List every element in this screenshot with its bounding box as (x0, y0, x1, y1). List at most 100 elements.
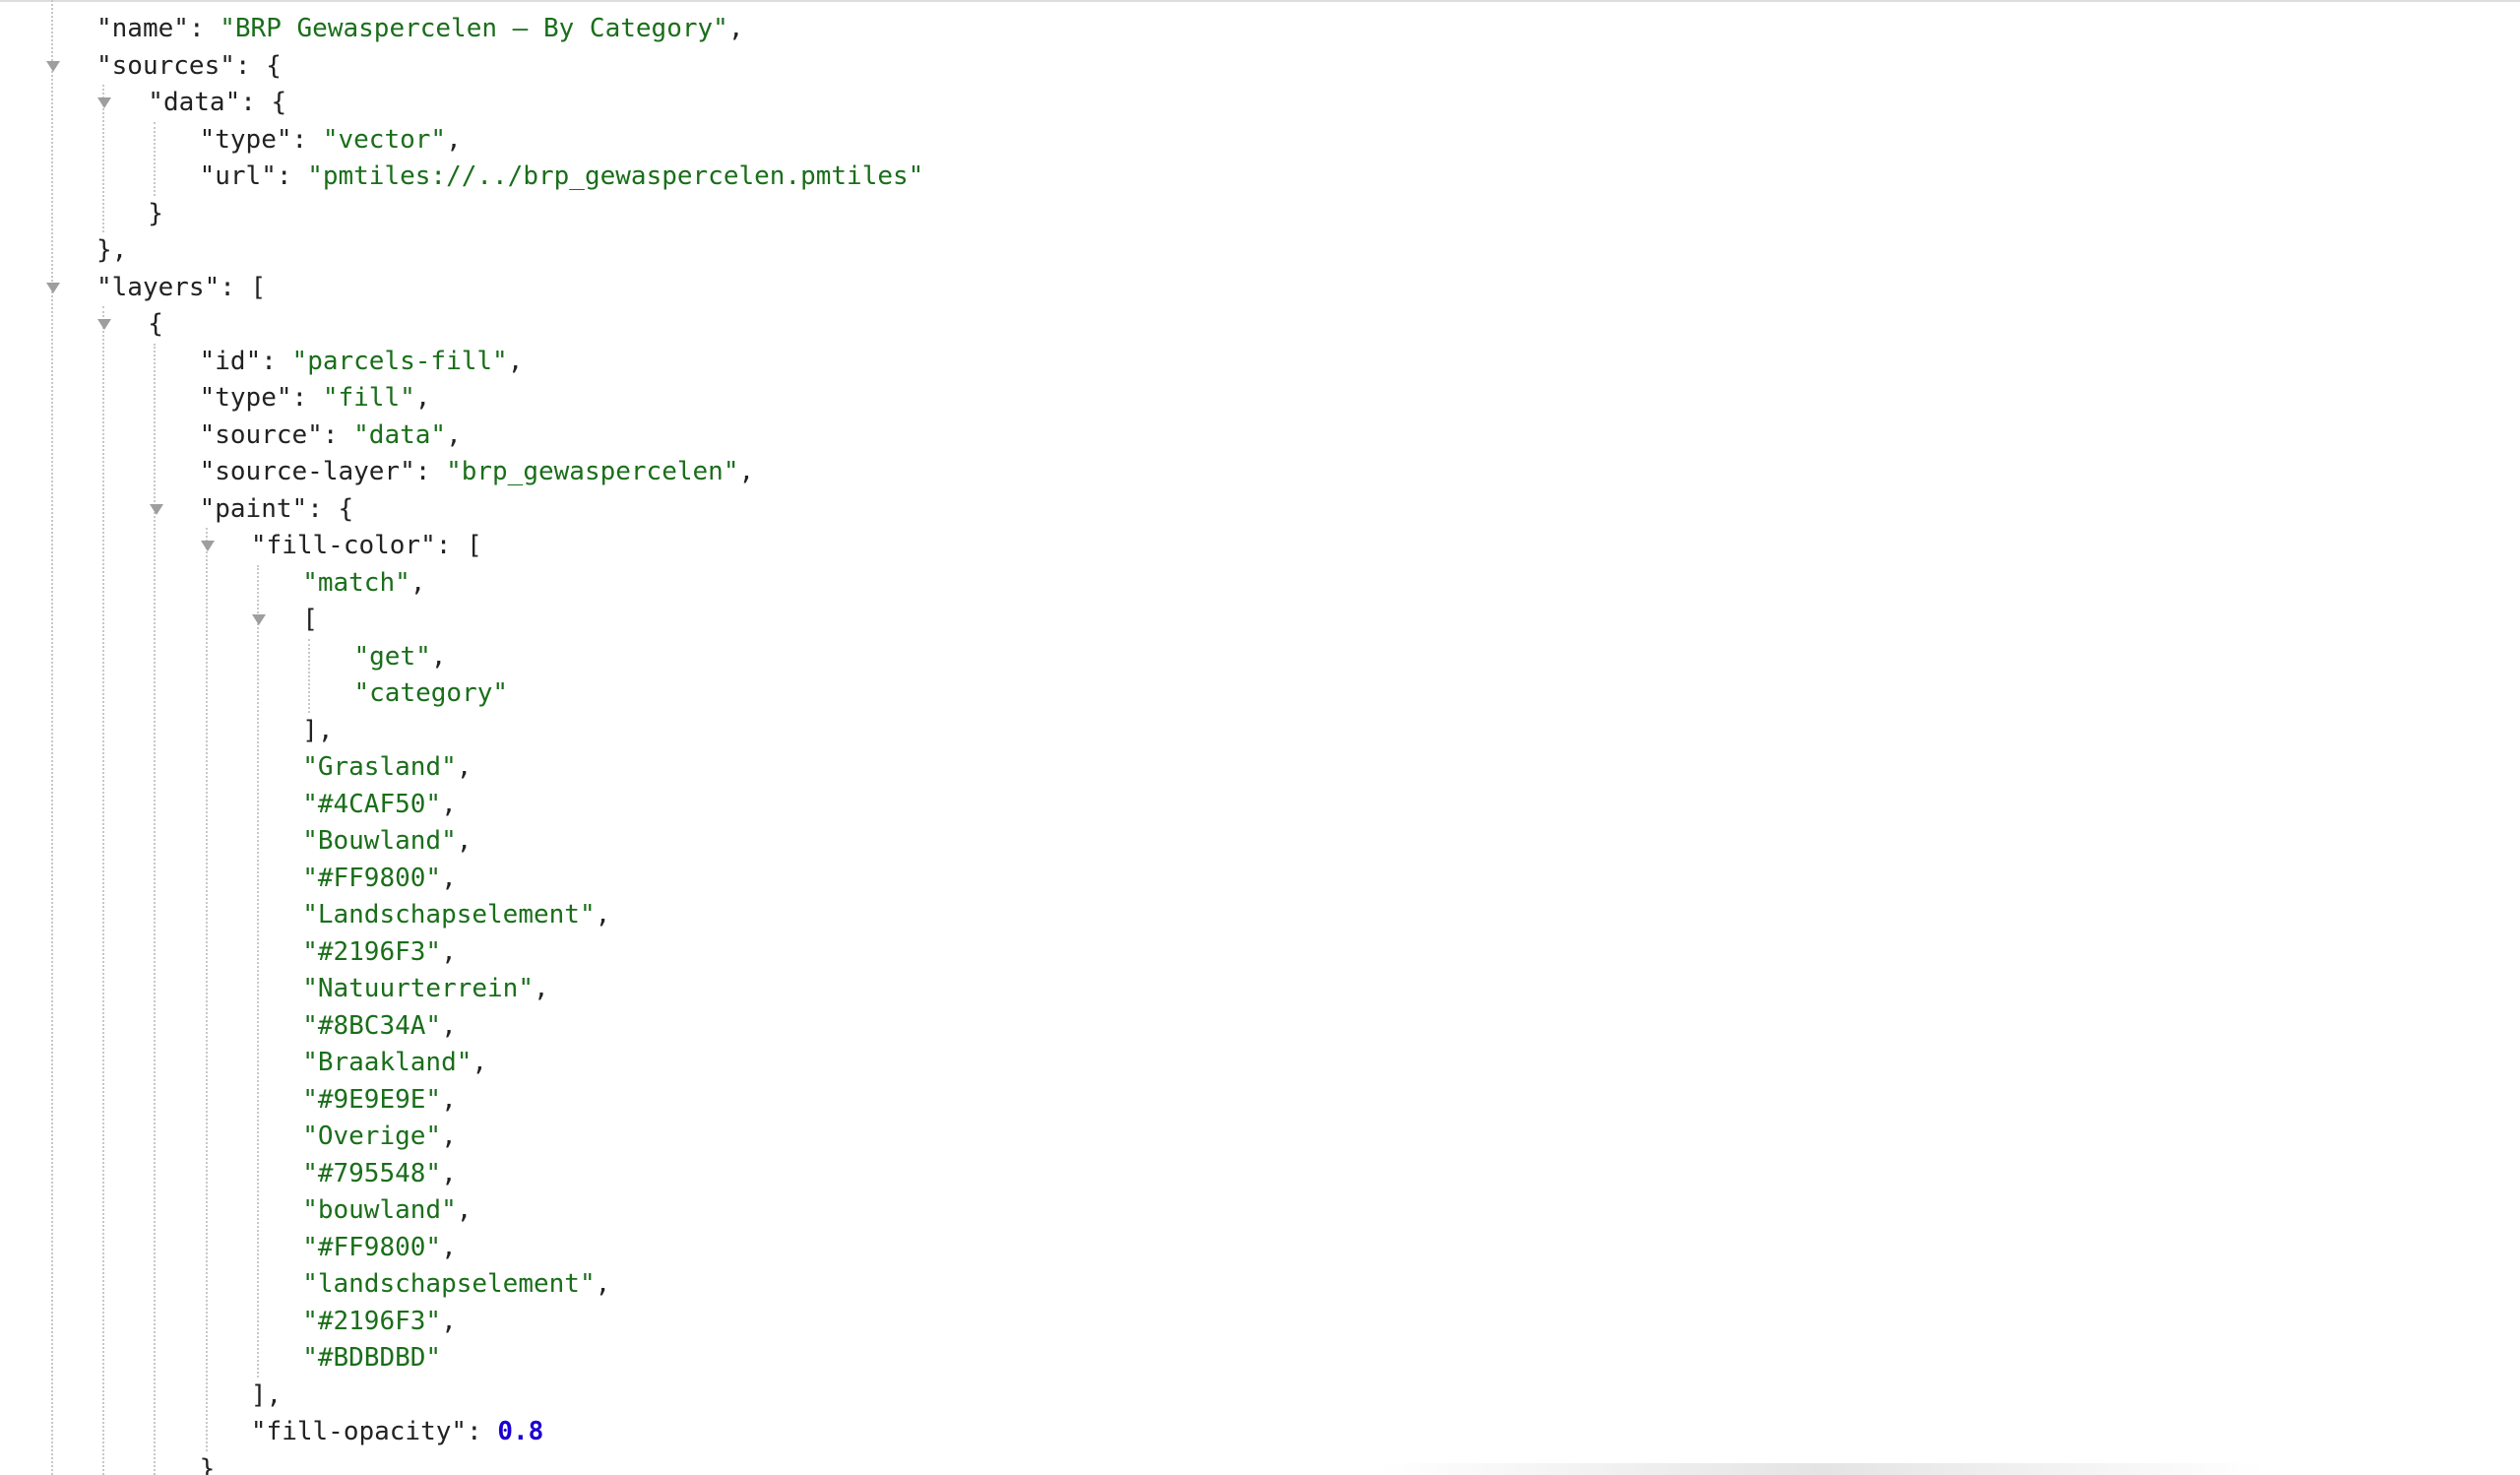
comma: , (595, 1269, 611, 1299)
quote: " (302, 826, 318, 856)
quote: " (425, 1122, 442, 1151)
line-content: "Bouwland", (302, 823, 472, 861)
quote: " (425, 863, 442, 893)
quote: " (425, 1306, 442, 1336)
json-string-value: Grasland (317, 752, 442, 782)
quote: " (425, 1158, 442, 1188)
json-key: source (215, 419, 308, 450)
json-string-value: Landschapselement (317, 900, 580, 930)
quote: " (425, 1343, 442, 1373)
quote: " (302, 1084, 318, 1115)
json-line: "#2196F3", (0, 934, 2520, 972)
line-content: "source": "data", (200, 417, 462, 455)
quote: " (451, 1417, 468, 1446)
json-key: fill-opacity (266, 1417, 452, 1446)
json-line: { (0, 306, 2520, 344)
comma: , (410, 567, 426, 598)
quote: " (302, 1010, 318, 1041)
comma: , (441, 1306, 457, 1336)
comma: , (534, 974, 549, 1003)
json-line: "#FF9800", (0, 861, 2520, 898)
json-line: } (0, 196, 2520, 233)
line-content: "#8BC34A", (302, 1008, 457, 1046)
line-content: "landschapselement", (302, 1266, 610, 1304)
quote: " (199, 124, 216, 155)
quote: " (518, 974, 534, 1003)
json-key: url (215, 161, 262, 191)
comma: , (111, 235, 128, 265)
comma: , (456, 752, 472, 782)
json-line: "layers": [ (0, 270, 2520, 307)
collapse-toggle-icon[interactable] (93, 306, 116, 344)
top-divider (0, 0, 2520, 2)
quote: " (302, 936, 318, 967)
json-line: "name": "BRP Gewaspercelen — By Category… (0, 11, 2520, 48)
quote: " (302, 752, 318, 782)
line-content: "fill-opacity": 0.8 (251, 1414, 543, 1451)
json-key: source-layer (215, 457, 401, 486)
json-key: type (215, 383, 277, 413)
quote: " (420, 531, 436, 560)
collapse-toggle-icon[interactable] (247, 602, 271, 639)
collapse-toggle-icon[interactable] (41, 48, 65, 86)
line-content: "Landschapselement", (302, 897, 610, 934)
quote: " (446, 457, 462, 486)
collapse-toggle-icon[interactable] (41, 270, 65, 307)
quote: " (302, 863, 318, 893)
json-line: "landschapselement", (0, 1266, 2520, 1304)
comma: , (446, 419, 462, 450)
line-content: "Natuurterrein", (302, 971, 548, 1008)
line-content: "Grasland", (302, 749, 472, 787)
quote: " (199, 383, 216, 413)
json-string-value: get (369, 641, 416, 672)
quote: " (302, 789, 318, 819)
line-content: "type": "fill", (200, 380, 431, 417)
json-string-value: brp_gewaspercelen (461, 457, 724, 486)
quote: " (492, 346, 508, 376)
json-line: "bouwland", (0, 1192, 2520, 1230)
comma: , (595, 900, 611, 930)
json-string-value: pmtiles://../brp_gewaspercelen.pmtiles (322, 161, 909, 191)
line-content: "#795548", (302, 1156, 457, 1193)
json-line: "#BDBDBD" (0, 1340, 2520, 1378)
quote: " (173, 14, 189, 43)
quote: " (425, 789, 442, 819)
quote: " (425, 1010, 442, 1041)
colon: : (220, 272, 251, 302)
quote: " (492, 678, 509, 708)
json-string-value: match (317, 567, 396, 598)
quote: " (302, 1306, 318, 1336)
line-content: "Braakland", (302, 1045, 487, 1082)
line-content: "id": "parcels-fill", (200, 344, 524, 381)
json-line: "Landschapselement", (0, 897, 2520, 934)
quote: " (96, 272, 112, 302)
collapse-toggle-icon[interactable] (93, 85, 116, 122)
json-string-value: #BDBDBD (317, 1343, 426, 1373)
comma: , (441, 863, 457, 893)
quote: " (220, 50, 235, 81)
line-content: "category" (354, 675, 509, 713)
open-bracket: [ (250, 272, 267, 302)
json-line: "get", (0, 639, 2520, 676)
close-bracket: ] (302, 715, 318, 745)
quote: " (291, 346, 308, 376)
json-key: fill-color (266, 531, 421, 560)
quote: " (322, 124, 339, 155)
quote: " (199, 346, 216, 376)
json-key: paint (215, 493, 292, 524)
json-key: type (215, 124, 277, 155)
close-bracket: ] (250, 1379, 267, 1410)
line-content: "bouwland", (302, 1192, 472, 1230)
json-line: "Grasland", (0, 749, 2520, 787)
quote: " (96, 50, 112, 81)
collapse-toggle-icon[interactable] (196, 528, 220, 565)
quote: " (713, 14, 728, 43)
colon: : (307, 493, 339, 524)
quote: " (400, 457, 415, 486)
collapse-toggle-icon[interactable] (145, 491, 168, 529)
quote: " (302, 974, 318, 1003)
line-content: "layers": [ (96, 270, 266, 307)
json-string-value: landschapselement (317, 1269, 580, 1299)
json-string-value: #2196F3 (317, 1306, 426, 1336)
comma: , (430, 641, 447, 672)
